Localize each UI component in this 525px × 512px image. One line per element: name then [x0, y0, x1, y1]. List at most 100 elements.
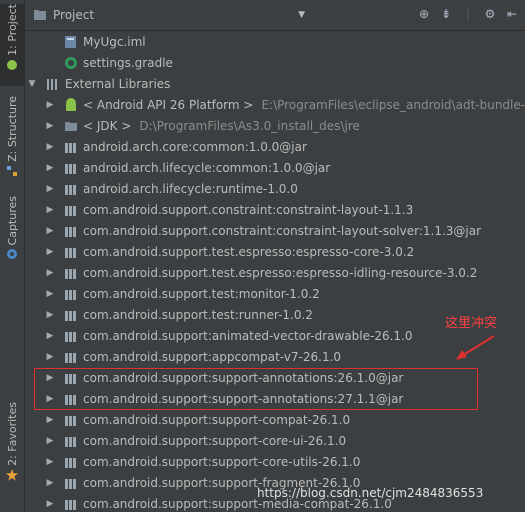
tab-structure-label: Z: Structure — [5, 96, 19, 162]
library-icon — [65, 394, 76, 405]
library-row[interactable]: ▶ com.android.support.test.espresso:espre… — [45, 241, 415, 262]
gear-icon[interactable]: ⚙ — [483, 7, 497, 21]
tab-project[interactable]: 1: Project — [0, 4, 24, 86]
collapsed-arrow-icon[interactable]: ▶ — [45, 331, 55, 341]
library-icon — [65, 205, 76, 216]
collapsed-arrow-icon[interactable]: ▶ — [45, 289, 55, 299]
collapsed-arrow-icon[interactable]: ▶ — [45, 142, 55, 152]
library-row[interactable]: ▶ android.arch.lifecycle:common:1.0.0@jar — [45, 157, 331, 178]
jdk-folder-icon — [65, 121, 77, 131]
tree-file-myugc-iml[interactable]: MyUgc.iml — [55, 31, 146, 52]
library-label: com.android.support:support-compat-26.1.… — [83, 412, 351, 427]
library-row[interactable]: ▶ android.arch.core:common:1.0.0@jar — [45, 136, 307, 157]
watermark: https://blog.csdn.net/cjm2484836553 — [257, 486, 484, 500]
tab-favorites[interactable]: 2: Favorites — [0, 402, 24, 488]
project-tree: MyUgc.iml settings.gradle ▼ External Lib… — [25, 31, 525, 512]
collapsed-arrow-icon[interactable]: ▶ — [45, 373, 55, 383]
collapsed-arrow-icon[interactable]: ▶ — [45, 415, 55, 425]
collapsed-arrow-icon[interactable]: ▶ — [45, 163, 55, 173]
library-label: android.arch.lifecycle:runtime-1.0.0 — [83, 181, 298, 196]
library-label: com.android.support.constraint:constrain… — [83, 202, 414, 217]
tree-item-label: MyUgc.iml — [83, 34, 146, 49]
collapsed-arrow-icon[interactable]: ▶ — [45, 499, 55, 509]
library-icon — [65, 184, 76, 195]
chevron-down-icon[interactable]: ▼ — [298, 10, 305, 20]
library-icon — [65, 310, 76, 321]
library-icon — [65, 331, 76, 342]
collapsed-arrow-icon[interactable]: ▶ — [45, 100, 55, 110]
tree-file-settings-gradle[interactable]: settings.gradle — [55, 52, 173, 73]
library-row[interactable]: ▶ android.arch.lifecycle:runtime-1.0.0 — [45, 178, 298, 199]
collapsed-arrow-icon[interactable]: ▶ — [45, 247, 55, 257]
tab-structure[interactable]: Z: Structure — [0, 96, 24, 182]
collapsed-arrow-icon[interactable]: ▶ — [45, 205, 55, 215]
library-icon — [65, 352, 76, 363]
collapsed-arrow-icon[interactable]: ▶ — [45, 268, 55, 278]
collapsed-arrow-icon[interactable]: ▶ — [45, 226, 55, 236]
library-row[interactable]: ▶ com.android.support:appcompat-v7-26.1.0 — [45, 346, 342, 367]
tree-item-label: < JDK > — [83, 118, 132, 133]
library-label: com.android.support.constraint:constrain… — [83, 223, 482, 238]
expanded-arrow-icon[interactable]: ▼ — [27, 79, 37, 89]
library-label: android.arch.lifecycle:common:1.0.0@jar — [83, 160, 331, 175]
library-row[interactable]: ▶ com.android.support:support-compat-26.1… — [45, 409, 351, 430]
collapsed-arrow-icon[interactable]: ▶ — [45, 184, 55, 194]
library-label: com.android.support:support-annotations:… — [83, 370, 404, 385]
tab-captures-label: Captures — [5, 196, 19, 246]
star-icon — [6, 468, 18, 481]
library-row[interactable]: ▶ com.android.support.test:monitor-1.0.2 — [45, 283, 320, 304]
tool-window-sidebar: 1: Project Z: Structure Captures 2: Favo… — [0, 0, 25, 512]
library-row[interactable]: ▶ com.android.support.constraint:constrai… — [45, 199, 414, 220]
structure-icon — [7, 165, 17, 176]
library-row[interactable]: ▶ com.android.support:support-annotations… — [45, 388, 404, 409]
tree-node-external-libraries[interactable]: ▼ External Libraries — [27, 73, 171, 94]
library-row[interactable]: ▶ com.android.support:support-core-ui-26.… — [45, 430, 347, 451]
tree-item-path: D:\ProgramFiles\As3.0_install_des\jre — [139, 118, 360, 133]
library-row[interactable]: ▶ com.android.support:support-annotations… — [45, 367, 404, 388]
library-label: com.android.support.test:runner-1.0.2 — [83, 307, 313, 322]
hide-icon[interactable]: ⇤ — [505, 7, 519, 21]
tab-project-label: 1: Project — [5, 4, 19, 56]
project-view-selector[interactable]: Project — [53, 8, 94, 22]
libraries-icon — [47, 78, 57, 90]
library-row[interactable]: ▶ com.android.support.constraint:constrai… — [45, 220, 482, 241]
collapsed-arrow-icon[interactable]: ▶ — [45, 394, 55, 404]
collapsed-arrow-icon[interactable]: ▶ — [45, 352, 55, 362]
library-row[interactable]: ▶ com.android.support.test:runner-1.0.2 — [45, 304, 313, 325]
separator: | — [465, 7, 471, 21]
library-label: com.android.support:support-core-utils-2… — [83, 454, 361, 469]
library-icon — [65, 478, 76, 489]
library-icon — [65, 142, 76, 153]
collapse-all-icon[interactable]: ⇟ — [439, 7, 453, 21]
tree-item-label: External Libraries — [65, 76, 171, 91]
collapsed-arrow-icon[interactable]: ▶ — [45, 478, 55, 488]
tree-item-label: < Android API 26 Platform > — [83, 97, 254, 112]
tree-item-label: settings.gradle — [83, 55, 173, 70]
gradle-icon — [65, 56, 77, 69]
library-label: com.android.support:animated-vector-draw… — [83, 328, 413, 343]
library-label: com.android.support:appcompat-v7-26.1.0 — [83, 349, 342, 364]
conflict-annotation: 这里冲突 — [445, 316, 498, 331]
library-label: android.arch.core:common:1.0.0@jar — [83, 139, 307, 154]
library-row[interactable]: ▶ com.android.support:support-core-utils-… — [45, 451, 361, 472]
library-label: com.android.support:support-annotations:… — [83, 391, 404, 406]
library-row[interactable]: ▶ com.android.support:animated-vector-dra… — [45, 325, 413, 346]
library-label: com.android.support:support-core-ui-26.1… — [83, 433, 347, 448]
collapsed-arrow-icon[interactable]: ▶ — [45, 457, 55, 467]
library-row[interactable]: ▶ com.android.support.test.espresso:espre… — [45, 262, 478, 283]
collapsed-arrow-icon[interactable]: ▶ — [45, 436, 55, 446]
captures-icon — [7, 249, 17, 260]
tree-node-jdk[interactable]: ▶ < JDK > D:\ProgramFiles\As3.0_install_… — [45, 115, 360, 136]
android-icon — [7, 59, 17, 70]
tree-node-android-platform[interactable]: ▶ < Android API 26 Platform > E:\Program… — [45, 94, 525, 115]
tab-captures[interactable]: Captures — [0, 196, 24, 266]
scroll-from-source-icon[interactable]: ⊕ — [417, 7, 431, 21]
collapsed-arrow-icon[interactable]: ▶ — [45, 121, 55, 131]
collapsed-arrow-icon[interactable]: ▶ — [45, 310, 55, 320]
header-toolbar: ⊕ ⇟ | ⚙ ⇤ — [417, 7, 519, 21]
library-icon — [65, 268, 76, 279]
library-label: com.android.support.test.espresso:espres… — [83, 244, 415, 259]
library-icon — [65, 499, 76, 510]
tree-item-path: E:\ProgramFiles\eclipse_android\adt-bund… — [261, 97, 525, 112]
android-icon — [66, 97, 76, 111]
